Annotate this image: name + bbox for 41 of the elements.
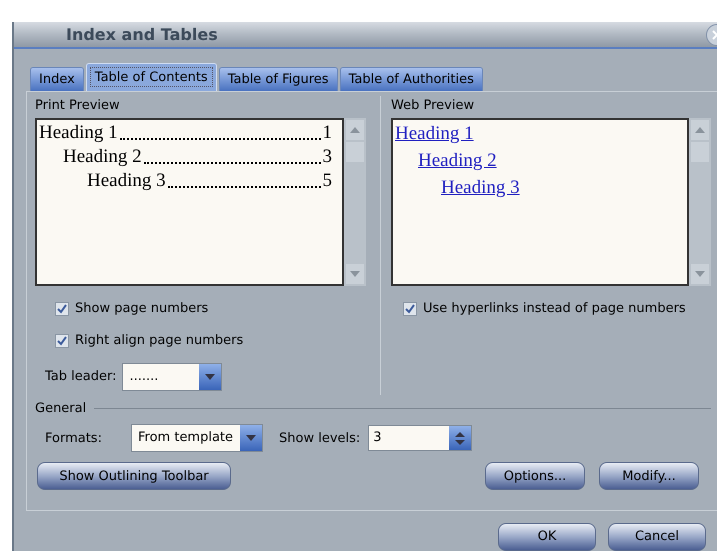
tab[interactable]: Table of Figures <box>218 67 338 92</box>
scrollbar[interactable] <box>689 118 711 286</box>
heading-entry: Heading 3 <box>87 168 166 193</box>
field-label: Tab leader: <box>45 368 116 386</box>
page-number: 3 <box>322 144 332 169</box>
scroll-down-icon[interactable] <box>346 264 364 284</box>
scroll-down-icon[interactable] <box>691 264 709 284</box>
scroll-up-icon[interactable] <box>691 120 709 140</box>
dialog-button[interactable]: Show Outlining Toolbar <box>37 462 231 490</box>
checkbox-label: Use hyperlinks instead of page numbers <box>423 300 686 318</box>
checkbox[interactable] <box>403 302 417 316</box>
tab[interactable]: Table of Authorities <box>340 67 483 92</box>
checkbox-label: Show page numbers <box>75 300 208 318</box>
checkbox-label: Right align page numbers <box>75 332 244 350</box>
scroll-up-icon[interactable] <box>346 120 364 140</box>
checkbox[interactable] <box>55 334 69 348</box>
dialog-button[interactable]: Options... <box>485 462 585 490</box>
tab-leader-dropdown[interactable]: ....... <box>122 362 222 391</box>
checkbox[interactable] <box>55 302 69 316</box>
heading-entry: Heading 1 <box>39 120 118 145</box>
heading-link[interactable]: Heading 3 <box>441 176 520 198</box>
tab[interactable]: Index <box>30 67 84 92</box>
dialog-button[interactable]: Modify... <box>599 462 699 490</box>
tab[interactable]: Table of Contents <box>86 63 217 92</box>
page-number: 1 <box>322 120 332 145</box>
section-label: Print Preview <box>35 97 121 116</box>
group-label: General <box>35 400 86 418</box>
window-title: Index and Tables <box>66 24 218 46</box>
spinner-arrows-icon[interactable] <box>449 426 472 450</box>
heading-entry: Heading 2 <box>63 144 142 169</box>
section-label: Web Preview <box>391 97 476 116</box>
field-label: Show levels: <box>279 430 360 448</box>
show-levels-spinner[interactable]: 3 <box>368 425 472 452</box>
formats-dropdown[interactable]: From template <box>131 424 263 452</box>
dialog-button[interactable]: OK <box>498 523 596 551</box>
scrollbar[interactable] <box>344 118 366 286</box>
dialog-button[interactable]: Cancel <box>608 523 706 551</box>
field-label: Formats: <box>45 430 103 448</box>
heading-link[interactable]: Heading 1 <box>395 122 474 144</box>
heading-link[interactable]: Heading 2 <box>418 150 497 171</box>
page-number: 5 <box>322 168 332 193</box>
